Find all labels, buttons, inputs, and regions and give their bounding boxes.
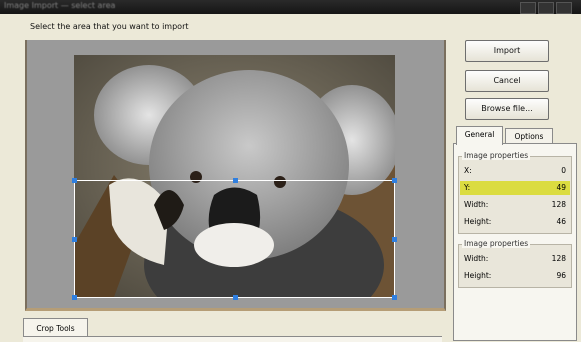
instruction-text: Select the area that you want to import	[30, 22, 189, 31]
property-row-width: Width: 128	[460, 198, 570, 212]
crop-handle-top-right[interactable]	[392, 178, 397, 183]
tab-general[interactable]: General	[456, 126, 503, 145]
window-title: Image Import — select area	[4, 1, 116, 10]
property-value[interactable]: 49	[556, 183, 566, 192]
property-value: 128	[551, 254, 566, 263]
crop-handle-bottom-right[interactable]	[392, 295, 397, 300]
crop-handle-top-left[interactable]	[72, 178, 77, 183]
property-label: X:	[464, 166, 472, 175]
cancel-button[interactable]: Cancel	[465, 70, 549, 92]
property-row-height: Height: 46	[460, 215, 570, 229]
image-group-title: Image properties	[462, 239, 531, 248]
crop-group-title: Image properties	[462, 151, 531, 160]
property-value: 0	[561, 166, 566, 175]
property-value: 96	[556, 271, 566, 280]
property-label: Width:	[464, 200, 489, 209]
property-label: Width:	[464, 254, 489, 263]
right-panel: Import Cancel Browse file... General Opt…	[448, 0, 581, 341]
property-label: Height:	[464, 271, 492, 280]
property-value: 128	[551, 200, 566, 209]
image-canvas[interactable]	[25, 40, 446, 311]
crop-properties-group: Image properties X: 0 Y: 49 Width: 128 H…	[458, 151, 572, 234]
property-row-y[interactable]: Y: 49	[460, 181, 570, 195]
browse-file-button[interactable]: Browse file...	[465, 98, 549, 120]
crop-handle-bottom-left[interactable]	[72, 295, 77, 300]
crop-tools-panel	[23, 336, 442, 342]
property-label: Height:	[464, 217, 492, 226]
property-label: Y:	[464, 183, 471, 192]
image-properties-group: Image properties Width: 128 Height: 96	[458, 239, 572, 288]
general-tab-panel: Image properties X: 0 Y: 49 Width: 128 H…	[453, 143, 577, 341]
crop-selection[interactable]	[72, 178, 397, 300]
property-row-x: X: 0	[460, 164, 570, 178]
crop-handle-left[interactable]	[72, 237, 77, 242]
crop-handle-bottom[interactable]	[233, 295, 238, 300]
property-value: 46	[556, 217, 566, 226]
crop-handle-right[interactable]	[392, 237, 397, 242]
crop-handle-top[interactable]	[233, 178, 238, 183]
properties-tabs: General Options	[453, 126, 577, 145]
image-row-height: Height: 96	[460, 269, 570, 283]
image-row-width: Width: 128	[460, 252, 570, 266]
import-button[interactable]: Import	[465, 40, 549, 62]
